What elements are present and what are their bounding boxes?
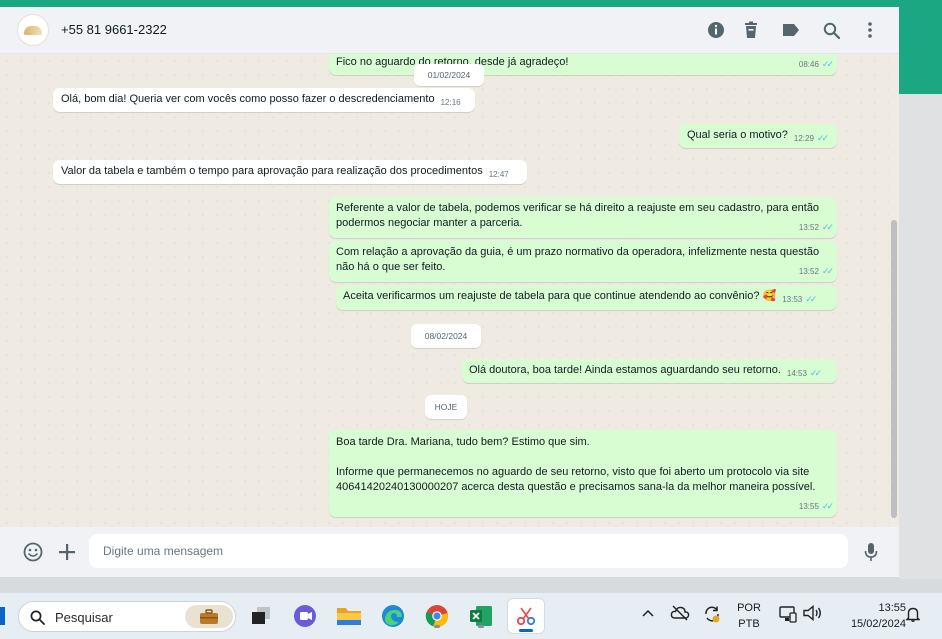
teams-icon[interactable]	[290, 601, 320, 631]
read-ticks-icon: ✓✓	[809, 368, 822, 378]
message-time: 12:47	[488, 170, 509, 179]
background-window-accent	[899, 7, 942, 94]
message-meta: 13:53 ✓✓	[782, 292, 817, 307]
message-time: 13:53	[782, 295, 803, 304]
top-accent-bar	[0, 0, 942, 7]
label-icon[interactable]	[780, 19, 802, 41]
contact-avatar[interactable]	[17, 14, 49, 46]
message-time: 14:53	[786, 369, 807, 378]
running-indicator	[478, 625, 484, 628]
message-text: Olá doutora, boa tarde! Ainda estamos ag…	[469, 364, 781, 376]
read-ticks-icon: ✓✓	[821, 59, 834, 69]
read-ticks-icon: ✓✓	[821, 501, 834, 511]
edge-icon[interactable]	[378, 601, 408, 631]
start-icon[interactable]	[0, 607, 5, 625]
message-text: Com relação a aprovação da guia, é um pr…	[336, 246, 820, 273]
chat-scrollbar[interactable]	[889, 54, 899, 527]
clock-date: 15/02/2024	[850, 618, 906, 630]
scrollbar-thumb[interactable]	[891, 220, 897, 518]
message-meta: 13:52 ✓✓	[798, 220, 834, 235]
message-list: Fico no aguardo do retorno, desde já agr…	[0, 54, 899, 527]
microphone-icon[interactable]	[860, 541, 882, 563]
message-meta: 14:53 ✓✓	[786, 366, 822, 381]
briefcase-icon	[185, 605, 233, 628]
message-composer	[0, 527, 899, 577]
read-ticks-icon: ✓✓	[821, 222, 834, 232]
whatsapp-window: +55 81 9661-2322 Fico no aguardo do reto…	[0, 7, 899, 577]
network-icon[interactable]	[778, 605, 798, 628]
taskbar-search-label: Pesquisar	[55, 610, 113, 625]
search-icon[interactable]	[820, 19, 842, 41]
message-text: Valor da tabela e também o tempo para ap…	[61, 165, 483, 177]
clock-time: 13:55	[878, 602, 906, 614]
message-meta: 08:46 ✓✓	[798, 57, 834, 72]
message-text: Referente a valor de tabela, podemos ver…	[336, 202, 820, 229]
running-indicator	[434, 625, 440, 628]
message-text: Olá, bom dia! Queria ver com vocês como …	[61, 93, 435, 105]
notification-bell-icon[interactable]	[905, 606, 921, 627]
cloud-offline-icon[interactable]	[670, 605, 690, 626]
windows-taskbar: Pesquisar POR PTB 13:55 15/02/2024	[0, 592, 942, 639]
search-icon	[30, 610, 45, 625]
message-meta: 13:52 ✓✓	[798, 264, 834, 279]
message-text: Aceita verificarmos um reajuste de tabel…	[343, 290, 760, 302]
message-time: 08:46	[798, 60, 819, 69]
message-text: Qual seria o motivo?	[687, 129, 788, 141]
snipping-tool-icon[interactable]	[507, 598, 545, 634]
message-text: Boa tarde Dra. Mariana, tudo bem? Estimo…	[336, 436, 816, 493]
read-ticks-icon: ✓✓	[805, 294, 817, 304]
sync-icon[interactable]	[702, 605, 722, 628]
message-meta: 13:55 ✓✓	[798, 499, 834, 514]
message-bubble-outgoing[interactable]: Qual seria o motivo? 12:29 ✓✓	[679, 124, 837, 148]
taskbar-clock[interactable]: 13:55 15/02/2024	[832, 600, 906, 632]
excel-icon[interactable]	[466, 601, 496, 631]
message-time: 12:16	[440, 98, 461, 107]
input-language-indicator[interactable]: POR PTB	[733, 600, 765, 632]
avatar-logo	[24, 25, 42, 35]
message-bubble-outgoing[interactable]: Boa tarde Dra. Mariana, tudo bem? Estimo…	[329, 430, 837, 517]
contact-name[interactable]: +55 81 9661-2322	[61, 22, 167, 37]
message-meta: 12:47	[489, 167, 509, 182]
message-time: 13:55	[798, 502, 819, 511]
language-code: POR	[737, 602, 761, 614]
info-icon[interactable]	[705, 19, 727, 41]
chrome-icon[interactable]	[422, 601, 452, 631]
taskbar-search[interactable]: Pesquisar	[18, 601, 236, 632]
message-meta: 12:16	[441, 95, 461, 110]
date-separator: HOJE	[425, 395, 467, 419]
read-ticks-icon: ✓✓	[821, 266, 834, 276]
read-ticks-icon: ✓✓	[816, 133, 829, 143]
message-bubble-outgoing[interactable]: Fico no aguardo do retorno, desde já agr…	[329, 54, 837, 75]
message-bubble-outgoing[interactable]: Referente a valor de tabela, podemos ver…	[329, 197, 837, 238]
message-bubble-outgoing[interactable]: Aceita verificarmos um reajuste de tabel…	[336, 285, 837, 310]
message-bubble-incoming[interactable]: Olá, bom dia! Queria ver com vocês como …	[53, 88, 475, 112]
message-time: 13:52	[798, 267, 819, 276]
menu-icon[interactable]	[859, 19, 881, 41]
background-window	[899, 94, 942, 579]
date-separator: 01/02/2024	[414, 64, 484, 86]
message-time: 13:52	[798, 223, 819, 232]
delete-icon[interactable]	[740, 19, 762, 41]
volume-icon[interactable]	[802, 605, 822, 626]
message-meta: 12:29 ✓✓	[793, 131, 829, 146]
message-bubble-outgoing[interactable]: Olá doutora, boa tarde! Ainda estamos ag…	[462, 359, 837, 383]
emoji-icon[interactable]	[22, 541, 44, 563]
message-time: 12:29	[793, 134, 814, 143]
attach-plus-icon[interactable]	[56, 541, 78, 563]
active-indicator	[519, 629, 533, 632]
task-view-icon[interactable]	[246, 601, 276, 631]
date-separator: 08/02/2024	[411, 324, 481, 348]
message-bubble-incoming[interactable]: Valor da tabela e também o tempo para ap…	[53, 160, 527, 184]
chat-header: +55 81 9661-2322	[0, 7, 899, 54]
chevron-up-icon[interactable]	[640, 606, 656, 622]
file-explorer-icon[interactable]	[334, 601, 364, 631]
message-bubble-outgoing[interactable]: Com relação a aprovação da guia, é um pr…	[329, 241, 837, 282]
message-input[interactable]	[89, 534, 848, 568]
keyboard-layout: PTB	[738, 618, 760, 630]
smiling-face-hearts-icon: 🥰	[762, 290, 777, 302]
